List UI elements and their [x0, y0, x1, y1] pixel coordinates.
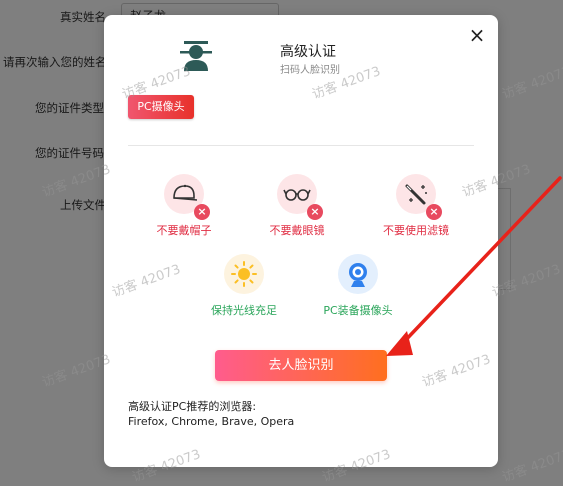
tip-label: 不要使用滤镜 [383, 224, 449, 237]
tip-no-hat: × 不要戴帽子 [134, 174, 234, 238]
browser-title: 高级认证PC推荐的浏览器: [128, 400, 257, 413]
divider [128, 145, 474, 146]
modal-subtitle: 扫码人脸识别 [280, 65, 340, 76]
pc-camera-tab[interactable]: PC摄像头 [128, 95, 194, 119]
no-badge-icon: × [194, 204, 210, 220]
tip-no-glasses: × 不要戴眼镜 [247, 174, 347, 238]
tip-label: 不要戴眼镜 [269, 224, 325, 237]
webcam-icon [349, 263, 367, 287]
tip-label: 不要戴帽子 [156, 224, 212, 237]
glasses-icon [283, 189, 311, 201]
no-badge-icon: × [307, 204, 323, 220]
tip-label: PC装备摄像头 [323, 304, 393, 317]
tip-pc-camera: PC装备摄像头 [308, 254, 408, 318]
tip-no-filter: × 不要使用滤镜 [366, 174, 466, 238]
close-button[interactable]: × [467, 25, 487, 45]
tip-label: 保持光线充足 [211, 304, 277, 317]
tip-good-lighting: 保持光线充足 [194, 254, 294, 318]
browser-recommendation: 高级认证PC推荐的浏览器: Firefox, Chrome, Brave, Op… [128, 399, 294, 429]
start-face-recognition-button[interactable]: 去人脸识别 [215, 350, 387, 381]
face-scan-logo-icon [180, 41, 212, 71]
no-badge-icon: × [426, 204, 442, 220]
face-verification-modal: × 高级认证 扫码人脸识别 PC摄像头 × 不要戴帽子 × 不要戴眼镜 × 不要… [104, 15, 498, 467]
modal-title: 高级认证 [280, 44, 336, 60]
cap-icon [173, 184, 198, 201]
sun-icon [231, 261, 257, 287]
browser-list: Firefox, Chrome, Brave, Opera [128, 415, 295, 428]
filter-wand-icon [405, 184, 427, 205]
